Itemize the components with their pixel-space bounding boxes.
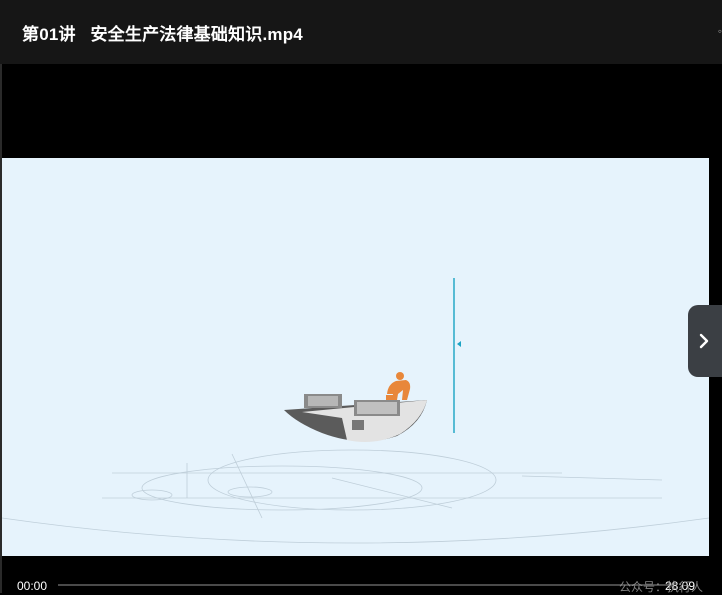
next-video-button[interactable] xyxy=(688,305,722,377)
current-time: 00:00 xyxy=(17,579,48,593)
video-area[interactable] xyxy=(2,64,709,593)
video-title: 第01讲 安全生产法律基础知识.mp4 xyxy=(22,25,303,44)
partial-icon[interactable]: ◦ xyxy=(718,24,722,38)
scale-marker xyxy=(457,341,461,347)
blueprint-lines xyxy=(2,449,709,544)
video-scene xyxy=(2,278,709,544)
player-controls: 00:00 28:09 公众号：执行人 xyxy=(2,556,722,594)
chevron-right-icon xyxy=(699,333,709,349)
progress-bar[interactable] xyxy=(58,584,673,586)
watermark: 公众号：执行人 xyxy=(619,580,704,594)
title-bar: 第01讲 安全生产法律基础知识.mp4 ◦ xyxy=(0,0,722,64)
worker-figure xyxy=(386,372,411,400)
video-frame[interactable] xyxy=(2,158,709,556)
boat xyxy=(284,394,427,442)
